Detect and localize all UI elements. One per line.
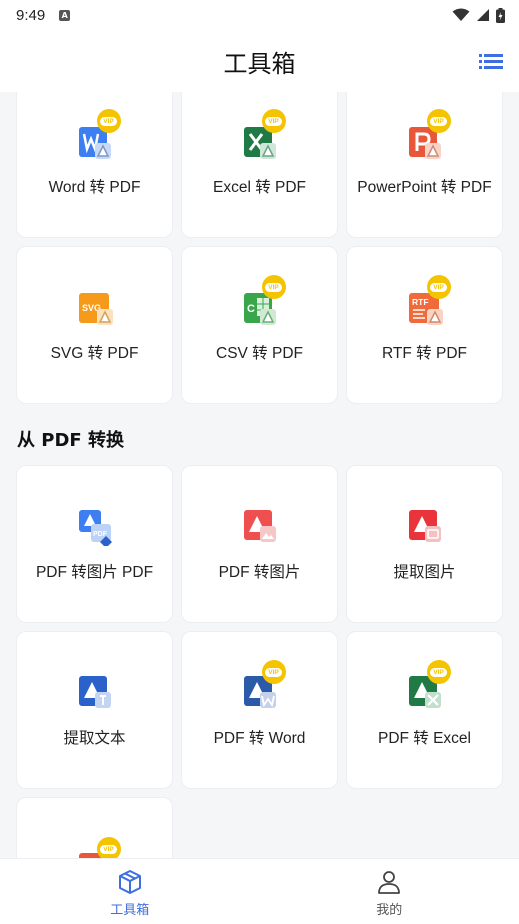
tool-card-word-to-pdf[interactable]: VIP Word 转 PDF — [16, 92, 173, 238]
tool-card-extract-images[interactable]: 提取图片 — [346, 465, 503, 623]
pdf-to-word-icon: VIP — [238, 660, 286, 712]
csv-to-pdf-icon: C VIP — [238, 275, 286, 327]
list-menu-icon[interactable] — [479, 50, 503, 72]
tool-label: PDF 转 Word — [213, 730, 306, 747]
tool-label: PDF 转图片 — [218, 564, 301, 581]
wifi-icon — [452, 8, 470, 21]
excel-to-pdf-icon: VIP — [238, 109, 286, 161]
tool-card-pdf-to-ppt[interactable]: VIP — [16, 797, 173, 858]
tool-card-excel-to-pdf[interactable]: VIP Excel 转 PDF — [181, 92, 338, 238]
vip-badge: VIP — [261, 275, 286, 299]
word-to-pdf-icon: VIP — [73, 109, 121, 161]
pdf-to-image-icon — [238, 506, 282, 546]
nav-item-toolbox[interactable]: 工具箱 — [0, 859, 260, 924]
tool-label: 提取图片 — [393, 564, 456, 581]
nav-label: 我的 — [376, 903, 403, 918]
signal-icon — [477, 9, 489, 21]
toolbox-icon — [118, 870, 141, 894]
to-pdf-grid: VIP Word 转 PDF VIP Excel 转 PDF VIP Power… — [16, 92, 503, 404]
vip-badge: VIP — [426, 275, 451, 299]
battery-icon — [496, 7, 505, 23]
tool-label: CSV 转 PDF — [216, 345, 303, 362]
tool-card-pdf-to-word[interactable]: VIP PDF 转 Word — [181, 631, 338, 789]
status-time: 9:49 — [16, 6, 46, 24]
tools-scroll-area[interactable]: VIP Word 转 PDF VIP Excel 转 PDF VIP Power… — [0, 92, 519, 858]
tool-label: Word 转 PDF — [48, 179, 141, 196]
bottom-nav: 工具箱 我的 — [0, 858, 519, 924]
tool-card-pdf-to-excel[interactable]: VIP PDF 转 Excel — [346, 631, 503, 789]
pdf-to-image-pdf-icon: PDF — [73, 506, 117, 546]
vip-badge: VIP — [426, 660, 451, 684]
tool-label: PDF 转 Excel — [377, 730, 471, 747]
vip-badge: VIP — [96, 109, 121, 133]
from-pdf-grid: PDF PDF 转图片 PDF PDF 转图片 提取图片 提取文本 VIP PD… — [16, 465, 503, 858]
section-title-from-pdf: 从 PDF 转换 — [17, 430, 124, 451]
status-bar: 9:49 A — [0, 0, 519, 30]
pdf-to-excel-icon: VIP — [403, 660, 451, 712]
pdf-to-ppt-icon: VIP — [73, 837, 121, 858]
tool-card-csv-to-pdf[interactable]: C VIP CSV 转 PDF — [181, 246, 338, 404]
tool-card-pdf-to-image[interactable]: PDF 转图片 — [181, 465, 338, 623]
tool-card-rtf-to-pdf[interactable]: RTF VIP RTF 转 PDF — [346, 246, 503, 404]
vip-badge: VIP — [261, 660, 286, 684]
page-title: 工具箱 — [223, 49, 296, 78]
nav-item-profile[interactable]: 我的 — [260, 859, 519, 924]
svg-to-pdf-icon: SVG — [73, 287, 117, 327]
tool-label: Excel 转 PDF — [212, 179, 306, 196]
svg-text:C: C — [247, 303, 255, 315]
status-icons — [452, 7, 505, 23]
tool-label: PDF 转图片 PDF — [35, 564, 154, 581]
notification-icon: A — [59, 9, 71, 21]
tool-card-extract-text[interactable]: 提取文本 — [16, 631, 173, 789]
ppt-to-pdf-icon: VIP — [403, 109, 451, 161]
profile-icon — [378, 871, 401, 894]
tool-label: PowerPoint 转 PDF — [357, 179, 492, 196]
vip-badge: VIP — [261, 109, 286, 133]
tool-label: 提取文本 — [63, 730, 126, 747]
svg-text:RTF: RTF — [412, 297, 429, 307]
nav-label: 工具箱 — [110, 903, 150, 918]
rtf-to-pdf-icon: RTF VIP — [403, 275, 451, 327]
tool-card-ppt-to-pdf[interactable]: VIP PowerPoint 转 PDF — [346, 92, 503, 238]
tool-card-svg-to-pdf[interactable]: SVG SVG 转 PDF — [16, 246, 173, 404]
tool-label: RTF 转 PDF — [382, 345, 467, 362]
extract-images-icon — [403, 506, 447, 546]
vip-badge: VIP — [426, 109, 451, 133]
vip-badge: VIP — [96, 837, 121, 858]
app-bar: 工具箱 — [0, 30, 519, 92]
tool-label: SVG 转 PDF — [50, 345, 139, 362]
tool-card-pdf-to-image-pdf[interactable]: PDF PDF 转图片 PDF — [16, 465, 173, 623]
extract-text-icon — [73, 672, 117, 712]
